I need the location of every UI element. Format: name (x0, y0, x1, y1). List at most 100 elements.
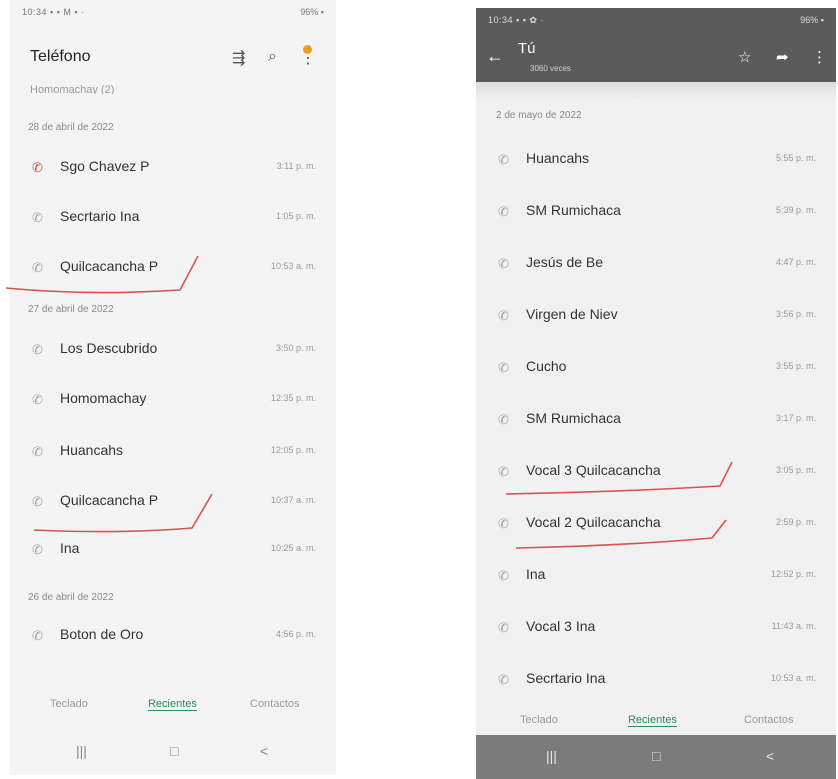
caller-name: Vocal 3 Ina (526, 618, 596, 634)
call-icon: ✆ (32, 392, 43, 407)
call-row[interactable]: ✆ SM Rumichaca 3:17 p. m. (476, 396, 836, 444)
call-row[interactable]: ✆ Ina 12:52 p. m. (476, 552, 836, 600)
call-icon: ✆ (498, 308, 509, 323)
call-icon: ✆ (32, 542, 43, 557)
call-time: 5:39 p. m. (775, 205, 816, 215)
call-icon: ✆ (32, 444, 43, 459)
call-row[interactable]: ✆ Vocal 3 Ina 11:43 a. m. (476, 604, 836, 652)
call-time: 11:43 a. m. (771, 621, 816, 631)
caller-name: Secrtario Ina (60, 208, 140, 224)
back-nav-icon[interactable]: < (766, 748, 774, 764)
caller-name: Vocal 3 Quilcacancha (526, 462, 661, 478)
call-row[interactable]: ✆ Ina 10:25 a. m. (10, 526, 336, 574)
call-row[interactable]: ✆ Vocal 2 Quilcacancha 2:59 p. m. (476, 500, 836, 548)
call-icon: ✆ (32, 260, 43, 275)
call-time: 10:25 a. m. (270, 543, 316, 553)
caller-name: Virgen de Niev (526, 306, 618, 322)
call-icon: ✆ (498, 620, 509, 635)
caller-name: Huancahs (60, 442, 124, 458)
home-nav-icon[interactable]: □ (652, 748, 660, 764)
share-icon[interactable]: ➦ (776, 48, 789, 66)
call-icon: ✆ (498, 464, 509, 479)
caller-name: Quilcacancha P (60, 258, 159, 274)
recents-nav-icon[interactable]: ||| (546, 748, 557, 764)
call-time: 12:52 p. m. (770, 569, 816, 579)
caller-name: Ina (526, 566, 546, 582)
tab-recientes[interactable]: Recientes (628, 714, 677, 726)
left-nav-bar: ||| □ < (10, 728, 336, 775)
caller-name: SM Rumichaca (526, 202, 621, 218)
caller-name: Vocal 2 Quilcacancha (526, 514, 661, 530)
call-icon: ✆ (498, 152, 509, 167)
call-icon: ✆ (32, 342, 43, 357)
call-time: 10:37 a. m. (270, 495, 316, 505)
left-phone-screen: 10:34 ▪ ▪ M ▪ · 96% ▪ Teléfono ⇶ ⌕ ⋮ Hom… (10, 0, 336, 775)
caller-name: Ina (60, 540, 80, 556)
call-row[interactable]: ✆ Secrtario Ina 10:53 a. m. (476, 656, 836, 704)
call-time: 2:59 p. m. (775, 517, 816, 527)
home-nav-icon[interactable]: □ (170, 743, 178, 759)
call-time: 3:55 p. m. (775, 361, 816, 371)
recents-nav-icon[interactable]: ||| (76, 743, 87, 759)
right-nav-bar: ||| □ < (476, 735, 836, 779)
app-title: Teléfono (30, 48, 91, 65)
tab-recientes[interactable]: Recientes (148, 698, 197, 710)
call-row[interactable]: ✆ Los Descubrido 3:50 p. m. (10, 326, 336, 374)
call-row[interactable]: ✆ Sgo Chavez P 3:11 p. m. (10, 144, 336, 192)
caller-name: Quilcacancha P (60, 492, 159, 508)
back-icon[interactable]: ← (486, 46, 504, 67)
left-tab-bar: Teclado Recientes Contactos (10, 690, 336, 720)
call-row[interactable]: ✆ Jesús de Be 4:47 p. m. (476, 240, 836, 288)
call-row[interactable]: ✆ Boton de Oro 4:56 p. m. (10, 612, 336, 660)
call-row[interactable]: ✆ SM Rumichaca 5:39 p. m. (476, 188, 836, 236)
missed-call-icon: ✆ (32, 160, 43, 175)
call-row[interactable]: ✆ Virgen de Niev 3:56 p. m. (476, 292, 836, 340)
header-shadow (476, 82, 836, 100)
call-time: 3:56 p. m. (775, 309, 816, 319)
notification-dot (303, 45, 312, 54)
tab-teclado[interactable]: Teclado (50, 698, 88, 710)
call-time: 10:53 a. m. (270, 261, 316, 271)
back-nav-icon[interactable]: < (260, 743, 268, 759)
call-time: 1:05 p. m. (275, 211, 316, 221)
caller-name: SM Rumichaca (526, 410, 621, 426)
filter-icon[interactable]: ⇶ (232, 48, 245, 68)
caller-name: Sgo Chavez P (60, 158, 150, 174)
status-left: 10:34 ▪ ▪ M ▪ · (22, 7, 85, 17)
status-right: 96% ▪ (800, 15, 824, 25)
status-left: 10:34 ▪ ▪ ✿ · (488, 15, 544, 25)
call-icon: ✆ (498, 204, 509, 219)
contact-name: Tú (518, 40, 536, 57)
call-icon: ✆ (498, 568, 509, 583)
star-icon[interactable]: ☆ (738, 48, 751, 66)
status-bar: 10:34 ▪ ▪ M ▪ · 96% ▪ (10, 0, 336, 24)
call-time: 3:11 p. m. (276, 161, 316, 171)
call-row[interactable]: ✆ Secrtario Ina 1:05 p. m. (10, 194, 336, 242)
call-row[interactable]: ✆ Cucho 3:55 p. m. (476, 344, 836, 392)
more-icon[interactable]: ⋮ (300, 45, 316, 68)
call-row[interactable]: ✆ Huancahs 5:55 p. m. (476, 136, 836, 184)
call-time: 4:47 p. m. (775, 257, 816, 267)
call-time: 3:50 p. m. (275, 343, 316, 353)
tab-contactos[interactable]: Contactos (250, 698, 300, 710)
call-time: 5:55 p. m. (775, 153, 816, 163)
partial-row: Homomachay (2) (30, 84, 115, 94)
call-time: 12:35 p. m. (270, 393, 316, 403)
call-time: 12:05 p. m. (270, 445, 316, 455)
caller-name: Secrtario Ina (526, 670, 606, 686)
search-icon[interactable]: ⌕ (268, 48, 277, 66)
caller-name: Cucho (526, 358, 567, 374)
right-phone-screen: 10:34 ▪ ▪ ✿ · 96% ▪ ← Tú 3060 veces ☆ ➦ … (476, 8, 836, 779)
contact-subtitle: 3060 veces (530, 64, 571, 73)
call-row[interactable]: ✆ Homomachay 12:35 p. m. (10, 376, 336, 424)
tab-teclado[interactable]: Teclado (520, 714, 558, 726)
more-icon[interactable]: ⋮ (812, 48, 827, 66)
call-time: 10:53 a. m. (770, 673, 816, 683)
call-time: 4:56 p. m. (275, 629, 316, 639)
tab-contactos[interactable]: Contactos (744, 714, 794, 726)
call-row[interactable]: ✆ Quilcacancha P 10:53 a. m. (10, 244, 336, 292)
call-row[interactable]: ✆ Quilcacancha P 10:37 a. m. (10, 478, 336, 526)
call-row[interactable]: ✆ Huancahs 12:05 p. m. (10, 428, 336, 476)
call-icon: ✆ (498, 516, 509, 531)
call-row[interactable]: ✆ Vocal 3 Quilcacancha 3:05 p. m. (476, 448, 836, 496)
